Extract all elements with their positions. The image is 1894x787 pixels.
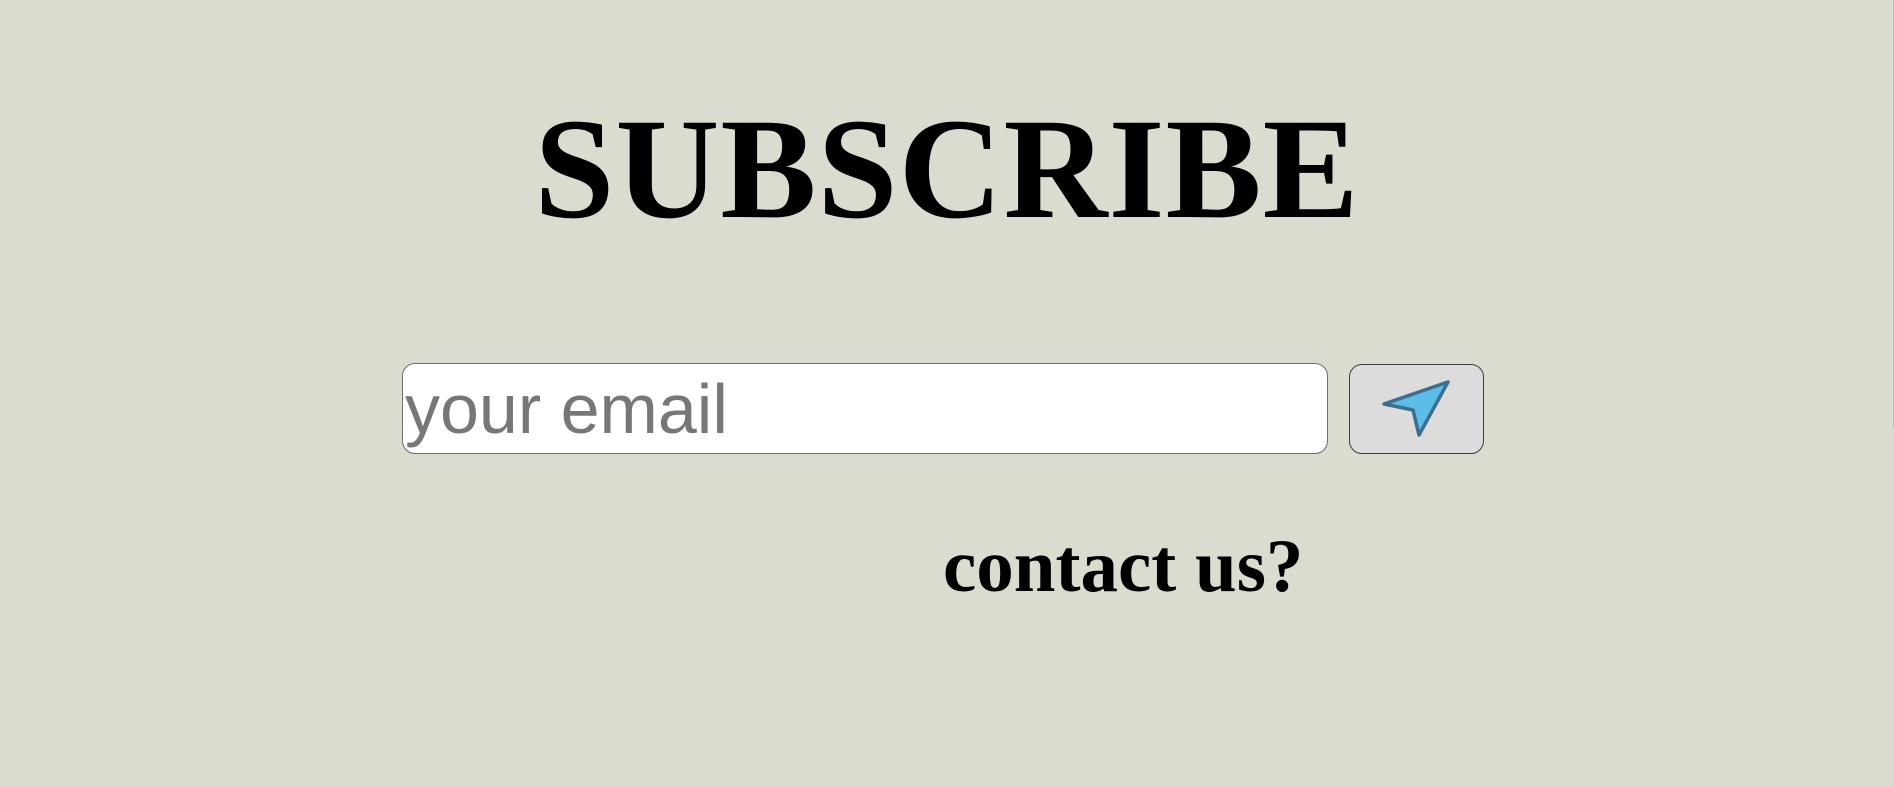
- page-title: SUBSCRIBE: [534, 90, 1360, 249]
- email-input[interactable]: [402, 363, 1328, 454]
- send-arrow-icon: [1381, 380, 1450, 437]
- send-button[interactable]: [1349, 364, 1484, 454]
- contact-us-link[interactable]: contact us?: [943, 527, 1303, 607]
